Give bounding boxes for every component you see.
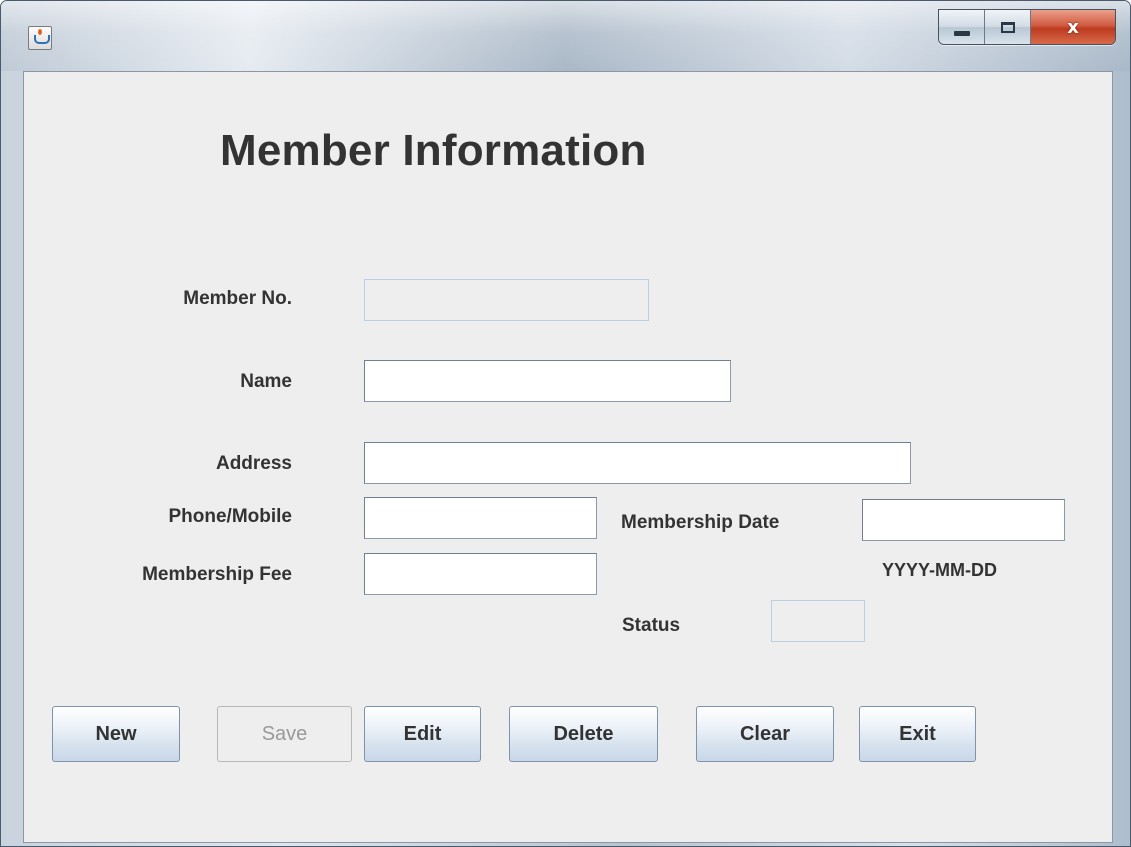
title-bar[interactable]: x [1, 1, 1130, 71]
phone-mobile-label: Phone/Mobile [168, 506, 293, 527]
maximize-button[interactable] [985, 10, 1031, 44]
java-cup-shape [34, 35, 50, 44]
new-button[interactable]: New [52, 706, 180, 762]
membership-fee-label: Membership Fee [142, 564, 292, 585]
membership-fee-field[interactable] [364, 553, 597, 595]
membership-date-label: Membership Date [621, 512, 780, 533]
address-field[interactable] [364, 442, 911, 484]
status-label: Status [622, 615, 681, 636]
name-label: Name [240, 371, 292, 392]
address-label: Address [215, 453, 292, 474]
clear-button[interactable]: Clear [696, 706, 834, 762]
membership-date-field[interactable] [862, 499, 1065, 541]
close-icon: x [1067, 16, 1079, 38]
window-controls: x [938, 9, 1116, 45]
member-no-field[interactable] [364, 279, 649, 321]
edit-button[interactable]: Edit [364, 706, 481, 762]
maximize-icon [1000, 21, 1015, 33]
close-button[interactable]: x [1031, 10, 1115, 44]
java-app-icon[interactable] [28, 26, 52, 50]
member-no-label: Member No. [183, 288, 292, 309]
delete-button[interactable]: Delete [509, 706, 658, 762]
minimize-button[interactable] [939, 10, 985, 44]
exit-button[interactable]: Exit [859, 706, 976, 762]
page-title: Member Information [220, 126, 647, 175]
save-button[interactable]: Save [217, 706, 352, 762]
minimize-icon [953, 30, 970, 36]
name-field[interactable] [364, 360, 731, 402]
phone-mobile-field[interactable] [364, 497, 597, 539]
status-field[interactable] [771, 600, 865, 642]
date-format-hint: YYYY-MM-DD [882, 560, 998, 580]
